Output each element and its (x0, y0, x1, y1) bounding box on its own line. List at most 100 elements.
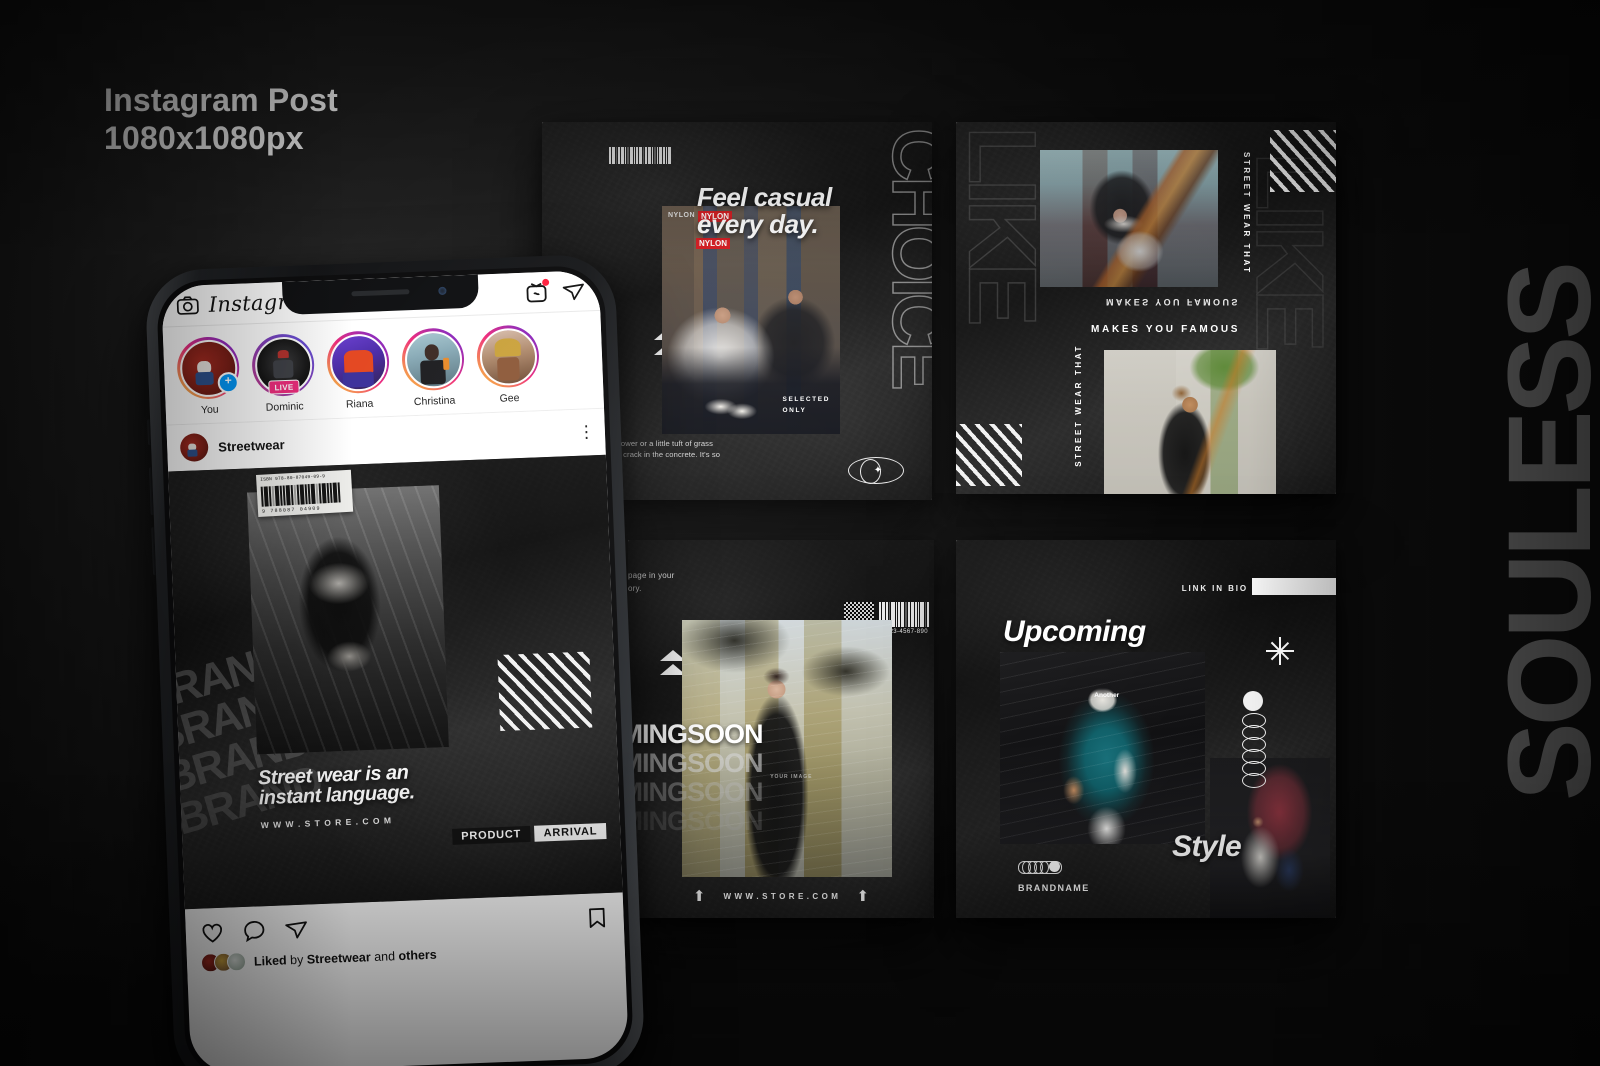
card4-photo-label: Another (1094, 692, 1120, 700)
sticker-nylon-3: NYLON (696, 238, 730, 249)
card1-headline-line1: Feel casual (697, 182, 832, 212)
card3-note-2: ory. (628, 583, 642, 593)
post-main-photo (247, 485, 449, 755)
pill-indicator-group (1018, 861, 1062, 874)
avatar (328, 332, 388, 392)
story-item-riana[interactable]: Riana (325, 330, 391, 411)
card1-headline-line2: every day. (697, 208, 819, 239)
card4-link-in-bio: LINK IN BIO (1181, 584, 1248, 593)
post-account-name[interactable]: Streetwear (218, 426, 568, 455)
share-icon[interactable] (283, 917, 309, 943)
post-image[interactable]: BRAND BRAND BRAND BRAND ISBN 978-80-8704… (168, 454, 623, 910)
caption-mirrored: MAKES YOU FAMOUS (1106, 297, 1240, 307)
story-name: Christina (413, 394, 456, 409)
arrow-up-icon: ⬆ (856, 888, 870, 905)
sparkle-icon (1266, 637, 1294, 665)
story-item-dominic[interactable]: LIVE Dominic (250, 332, 316, 414)
liked-others[interactable]: others (398, 947, 437, 962)
facepile-avatar-3 (226, 951, 247, 972)
post-card-street-wear[interactable]: LIKE LIKE STREET WEAR THAT STREET WEAR T… (956, 122, 1336, 494)
coming-soon-4: COMINGSOON (628, 806, 764, 837)
post-photo-skater (1040, 150, 1218, 287)
badge-selected: SELECTED (782, 396, 830, 404)
stripes-decoration-bottom (956, 424, 1022, 486)
post-photo-portrait (1104, 350, 1276, 494)
liked-text: Liked by Streetwear and others (254, 947, 437, 968)
tag-arrival: ARRIVAL (534, 823, 607, 842)
vertical-text-street-wear-bottom: STREET WEAR THAT (1074, 344, 1083, 467)
story-ring (475, 324, 541, 389)
story-name: Dominic (265, 400, 304, 414)
story-item-christina[interactable]: Christina (400, 327, 466, 409)
spiral-icon (1242, 691, 1266, 789)
post-photo: NYLON NYLON NYLON SELECTED ONLY (662, 206, 840, 434)
page-title: Instagram Post 1080x1080px (104, 82, 338, 158)
post-photo-upcoming: Another (1000, 652, 1205, 844)
story-name: You (200, 403, 219, 417)
isbn-number: 9 788087 04909 (261, 505, 321, 515)
front-camera (438, 286, 447, 296)
stripes-decoration (497, 651, 593, 731)
phone-bezel: Instagram + You LIVE Dominic Riana Chris… (155, 264, 635, 1066)
card3-barcode-number: 123-4567-890 (885, 629, 928, 635)
comment-icon[interactable] (241, 918, 267, 944)
poster-canvas: Instagram Post 1080x1080px SOULESS CHOIC… (0, 0, 1600, 1066)
outline-word-choice: CHOICE (876, 127, 932, 386)
liked-label: Liked (253, 952, 287, 969)
story-item-gee[interactable]: Gee (475, 324, 541, 405)
coming-soon-2: COMINGSOON (628, 748, 764, 779)
story-ring (400, 327, 466, 392)
barcode-icon (609, 147, 671, 164)
card1-headline: Feel casual every day. (697, 184, 832, 237)
liked-and-label: and (373, 948, 396, 964)
liked-account[interactable]: Streetwear (307, 950, 371, 966)
live-badge: LIVE (268, 379, 300, 395)
avatar (478, 326, 538, 387)
story-name: Gee (499, 392, 520, 405)
add-story-badge[interactable]: + (217, 371, 240, 394)
vertical-text-street-wear-top: STREET WEAR THAT (1242, 152, 1251, 275)
heart-icon[interactable] (199, 920, 225, 946)
post-headline: Street wear is an instant language. (258, 762, 415, 810)
card3-note-1: page in your (628, 571, 675, 580)
title-line-1: Instagram Post (104, 82, 338, 118)
speaker-grille (351, 289, 410, 297)
story-name: Riana (345, 397, 374, 411)
card4-headline-style: Style (1172, 830, 1242, 863)
facepile (200, 951, 247, 973)
isbn-text: ISBN 978-80-87049-09-9 (260, 474, 326, 483)
actions-spacer (326, 919, 568, 928)
card4-headline-upcoming: Upcoming (1003, 615, 1146, 648)
caption-makes-you-famous: MAKES YOU FAMOUS (1091, 324, 1241, 335)
phone-screen: Instagram + You LIVE Dominic Riana Chris… (161, 269, 629, 1066)
badge-only: ONLY (782, 406, 807, 414)
card3-website: W W W . S T O R E . C O M (723, 892, 839, 901)
coming-soon-1: COMINGSOON (628, 719, 764, 749)
arrow-up-icon: ⬆ (692, 888, 706, 905)
title-line-2: 1080x1080px (104, 119, 304, 156)
coming-soon-repeat-block: COMINGSOON COMINGSOON COMINGSOON COMINGS… (628, 719, 912, 837)
isbn-barcode-label: ISBN 978-80-87049-09-9 9 788087 04909 (255, 469, 354, 517)
stripes-decoration-top (1270, 130, 1336, 192)
avatar[interactable] (179, 433, 209, 463)
post-card-upcoming-style[interactable]: LINK IN BIO Upcoming Another Style BRAND… (956, 540, 1336, 918)
story-item-you[interactable]: + You (176, 335, 241, 417)
card4-brandname: BRANDNAME (1018, 883, 1090, 893)
outline-word-like-1: LIKE (956, 125, 1056, 321)
post-card-coming-soon[interactable]: page in your ory. 123-4567-890 YOUR IMAG… (628, 540, 934, 918)
phone-mockup: Instagram + You LIVE Dominic Riana Chris… (144, 253, 646, 1066)
more-options-icon[interactable]: ⋮ (578, 422, 596, 442)
eye-logo-icon: ✦ (848, 457, 904, 484)
paper-plane-icon[interactable] (561, 278, 586, 303)
side-word-souless: SOULESS (1483, 265, 1600, 801)
stories-tray[interactable]: + You LIVE Dominic Riana Christina Gee (162, 310, 605, 426)
tag-product: PRODUCT (451, 825, 531, 845)
avatar (403, 329, 463, 389)
link-bar-decoration (1252, 578, 1336, 595)
story-ring (325, 330, 391, 395)
sticker-nylon-1: NYLON (668, 212, 695, 219)
igtv-icon[interactable] (524, 278, 550, 305)
liked-by-label: by (289, 952, 304, 967)
bookmark-icon[interactable] (584, 905, 610, 931)
camera-icon[interactable] (175, 293, 200, 318)
